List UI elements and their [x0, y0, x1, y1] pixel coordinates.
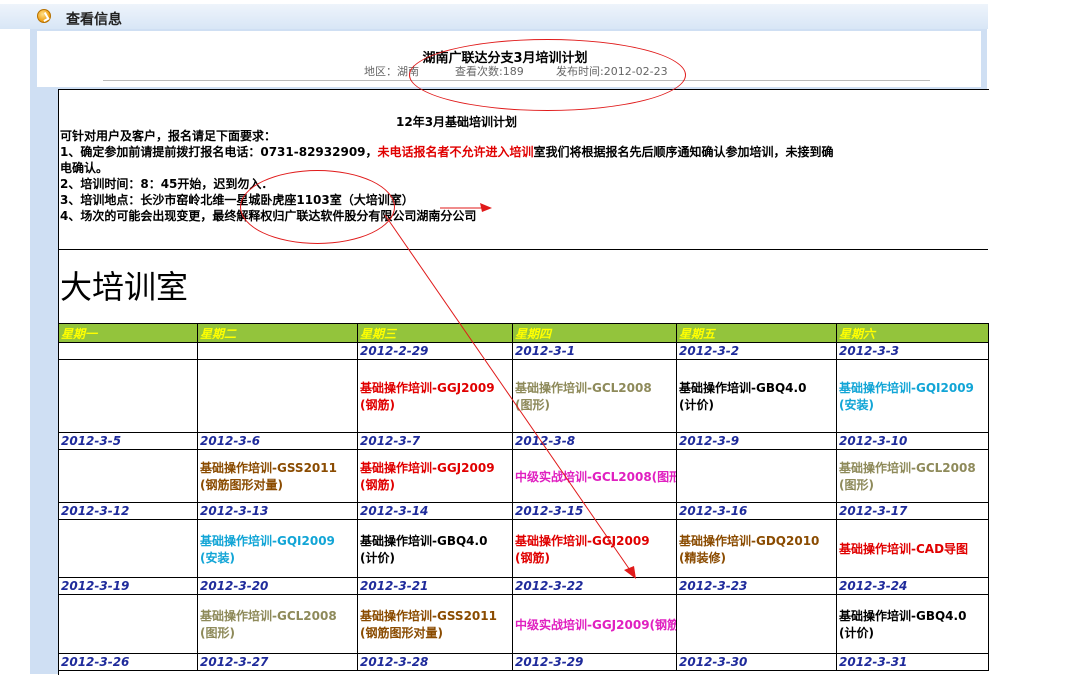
annotation-arrows [384, 203, 636, 579]
annotation-arrowhead [624, 566, 636, 579]
annotation-arrow-line [384, 214, 633, 574]
annotation-pointer-head [480, 203, 492, 212]
